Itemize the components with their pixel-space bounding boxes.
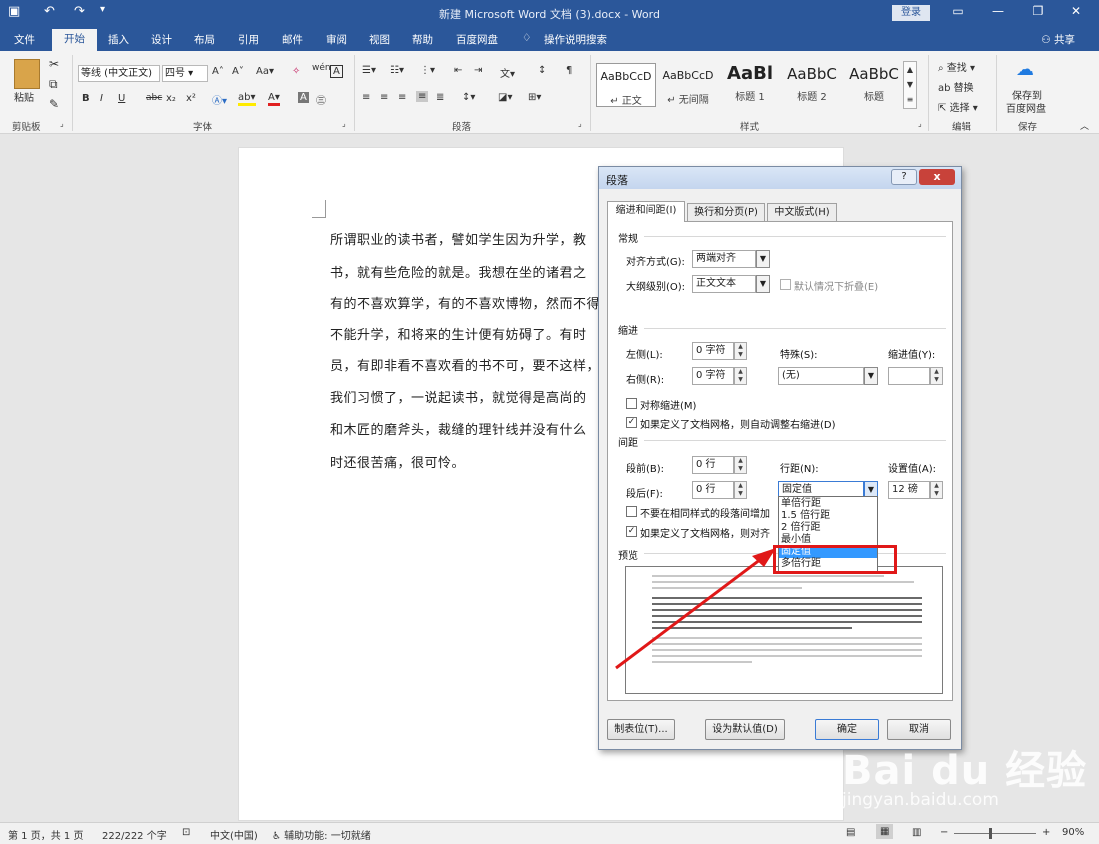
arrow-line [615,554,766,670]
zoom-in-icon[interactable]: + [1042,827,1050,838]
word-count[interactable]: 222/222 个字 [102,827,167,842]
watermark-url: jingyan.baidu.com [842,790,999,810]
proofing-icon[interactable]: ⊡ [182,827,190,838]
annotation-arrow [615,548,776,670]
accessibility-icon: ♿ [272,831,281,842]
zoom-slider[interactable] [954,833,1036,834]
status-bar: 第 1 页，共 1 页 222/222 个字 ⊡ 中文(中国) ♿ 辅助功能: … [0,822,1099,844]
zoom-out-icon[interactable]: − [940,827,948,838]
web-layout-icon[interactable]: ▥ [912,827,921,838]
language-indicator[interactable]: 中文(中国) [210,827,258,842]
read-mode-icon[interactable]: ▤ [846,827,855,838]
baidu-logo-watermark: Bai du 经验 [842,748,1088,794]
accessibility-status[interactable]: ♿ 辅助功能: 一切就绪 [272,827,371,842]
print-layout-icon[interactable]: ▦ [876,824,894,839]
zoom-slider-thumb[interactable] [989,828,992,839]
zoom-level[interactable]: 90% [1062,827,1084,838]
page-count[interactable]: 第 1 页，共 1 页 [8,827,83,842]
tab-indents-spacing[interactable]: 缩进和间距(I) [607,201,685,222]
